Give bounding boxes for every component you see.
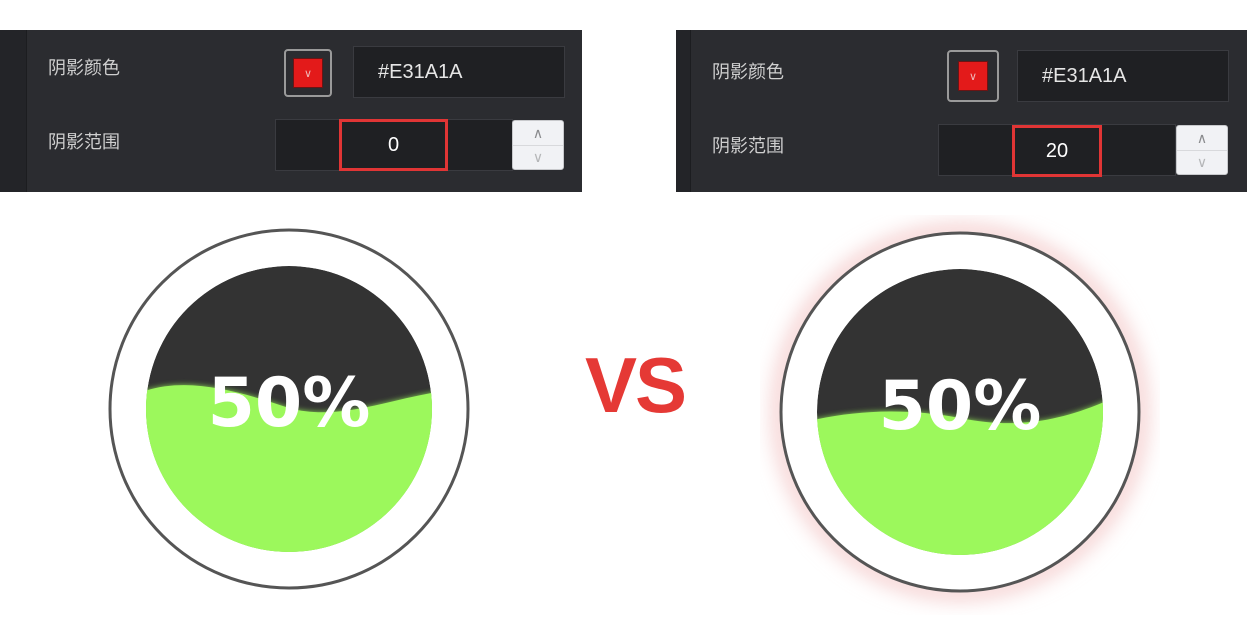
gauge-percent-text: 50% [208, 364, 371, 443]
panel-edge [676, 30, 691, 192]
chevron-down-icon[interactable]: ∨ [1177, 150, 1227, 174]
chevron-down-icon: ∨ [303, 68, 313, 80]
shadow-color-hex-input[interactable]: #E31A1A [1017, 50, 1229, 102]
chevron-up-icon[interactable]: ∧ [1177, 126, 1227, 151]
shadow-color-picker[interactable]: ∨ [284, 49, 332, 97]
shadow-range-label: 阴影范围 [48, 132, 120, 152]
right-settings-panel: 阴影颜色 ∨ #E31A1A 阴影范围 20 ∧ ∨ [676, 30, 1247, 192]
gauge-percent-text: 50% [879, 367, 1042, 446]
left-liquid-gauge: 50% [108, 228, 470, 590]
left-settings-panel: 阴影颜色 ∨ #E31A1A 阴影范围 0 ∧ ∨ [0, 30, 582, 192]
shadow-range-value[interactable]: 20 [1012, 125, 1102, 177]
chevron-down-icon[interactable]: ∨ [513, 145, 563, 169]
shadow-color-picker[interactable]: ∨ [947, 50, 999, 102]
shadow-color-hex-input[interactable]: #E31A1A [353, 46, 565, 98]
shadow-color-label: 阴影颜色 [712, 62, 784, 82]
vs-label: VS [585, 341, 687, 429]
shadow-range-stepper[interactable]: ∧ ∨ [512, 120, 564, 170]
shadow-range-value[interactable]: 0 [339, 119, 448, 171]
panel-edge [0, 30, 27, 192]
shadow-color-label: 阴影颜色 [48, 58, 120, 78]
chevron-up-icon[interactable]: ∧ [513, 121, 563, 146]
color-swatch: ∨ [958, 61, 988, 91]
color-swatch: ∨ [293, 58, 323, 88]
shadow-range-stepper[interactable]: ∧ ∨ [1176, 125, 1228, 175]
chevron-down-icon: ∨ [968, 71, 978, 83]
right-liquid-gauge: 50% [773, 225, 1147, 599]
shadow-range-label: 阴影范围 [712, 136, 784, 156]
